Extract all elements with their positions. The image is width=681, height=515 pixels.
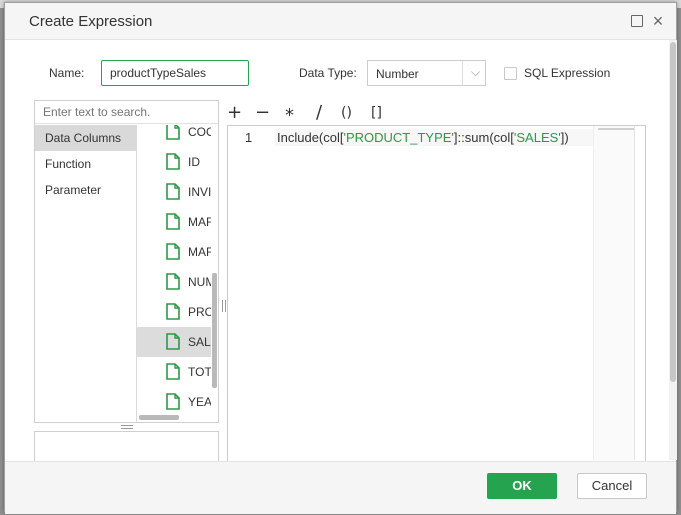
cancel-button[interactable]: Cancel: [577, 473, 647, 499]
column-list-scrollbar[interactable]: [212, 273, 217, 388]
column-item[interactable]: TOT: [137, 357, 211, 387]
sql-expression-label[interactable]: SQL Expression: [524, 66, 610, 80]
category-parameter[interactable]: Parameter: [35, 177, 136, 203]
dialog-titlebar: Create Expression ×: [5, 3, 676, 40]
minus-operator-button[interactable]: −: [255, 103, 270, 123]
document-icon: [166, 183, 180, 200]
expression-editor[interactable]: 1 Include(col['PRODUCT_TYPE']::sum(col['…: [227, 125, 646, 461]
document-icon: [166, 125, 180, 140]
divide-operator-button[interactable]: /: [316, 103, 322, 123]
column-name: TOT: [188, 365, 211, 379]
description-panel: [34, 431, 219, 461]
column-name: INVI: [188, 185, 211, 199]
column-name: MAF: [188, 215, 211, 229]
maximize-icon[interactable]: [630, 14, 644, 28]
column-item[interactable]: MAF: [137, 207, 211, 237]
sql-expression-checkbox[interactable]: [504, 67, 517, 80]
brackets-operator-button[interactable]: []: [371, 103, 382, 123]
dialog-title: Create Expression: [29, 13, 153, 30]
vertical-resize-handle[interactable]: [222, 300, 226, 312]
category-list: Data Columns Function Parameter: [35, 125, 137, 422]
column-item[interactable]: MAF: [137, 237, 211, 267]
column-list-hscrollbar[interactable]: [139, 415, 179, 420]
field-browser: Data Columns Function Parameter COO ID I…: [34, 100, 219, 423]
column-item[interactable]: ID: [137, 147, 211, 177]
editor-minimap[interactable]: [593, 126, 635, 460]
column-name: MAF: [188, 245, 211, 259]
document-icon: [166, 153, 180, 170]
document-icon: [166, 273, 180, 290]
code-text: Include(col[: [277, 130, 344, 145]
line-number: 1: [245, 130, 253, 145]
dialog-scrollbar-thumb[interactable]: [670, 42, 676, 382]
column-name: PRO: [188, 305, 211, 319]
column-name: YEA: [188, 395, 211, 409]
ok-button[interactable]: OK: [487, 473, 557, 499]
column-list: COO ID INVI MAF MAF NUM PRO SAL TOT YEA: [137, 125, 217, 422]
horizontal-resize-handle[interactable]: [121, 425, 133, 429]
create-expression-dialog: Create Expression × Name: Data Type: Num…: [4, 2, 677, 514]
column-name: NUM: [188, 275, 211, 289]
document-icon: [166, 333, 180, 350]
document-icon: [166, 393, 180, 410]
data-type-label: Data Type:: [299, 66, 357, 80]
column-name: ID: [188, 155, 200, 169]
document-icon: [166, 243, 180, 260]
plus-operator-button[interactable]: +: [227, 103, 242, 123]
column-name: COO: [188, 125, 211, 139]
column-item[interactable]: PRO: [137, 297, 211, 327]
category-function[interactable]: Function: [35, 151, 136, 177]
category-data-columns[interactable]: Data Columns: [35, 125, 136, 151]
document-icon: [166, 303, 180, 320]
name-input[interactable]: [101, 60, 249, 86]
data-type-value: Number: [376, 67, 419, 81]
document-icon: [166, 213, 180, 230]
code-string: 'SALES': [513, 130, 561, 145]
expression-code[interactable]: Include(col['PRODUCT_TYPE']::sum(col['SA…: [277, 130, 569, 145]
column-item[interactable]: YEA: [137, 387, 211, 417]
multiply-operator-button[interactable]: *: [285, 106, 294, 126]
code-string: 'PRODUCT_TYPE': [343, 130, 454, 145]
close-icon[interactable]: ×: [651, 12, 665, 30]
column-item[interactable]: INVI: [137, 177, 211, 207]
column-item[interactable]: COO: [137, 125, 211, 147]
dialog-scrollbar[interactable]: [669, 40, 677, 460]
data-type-select[interactable]: Number ⌵: [367, 60, 486, 86]
select-divider: [462, 61, 463, 85]
name-label: Name:: [49, 66, 85, 80]
code-text: ]::sum(col[: [453, 130, 514, 145]
search-input[interactable]: [35, 101, 218, 124]
chevron-down-icon[interactable]: ⌵: [471, 65, 480, 80]
dialog-footer: OK Cancel: [5, 461, 676, 514]
column-item[interactable]: SAL: [137, 327, 211, 357]
parens-operator-button[interactable]: (): [341, 103, 352, 123]
document-icon: [166, 363, 180, 380]
column-name: SAL: [188, 335, 211, 349]
column-item[interactable]: NUM: [137, 267, 211, 297]
code-text: ]): [560, 130, 569, 145]
minimap-line: [598, 128, 634, 130]
